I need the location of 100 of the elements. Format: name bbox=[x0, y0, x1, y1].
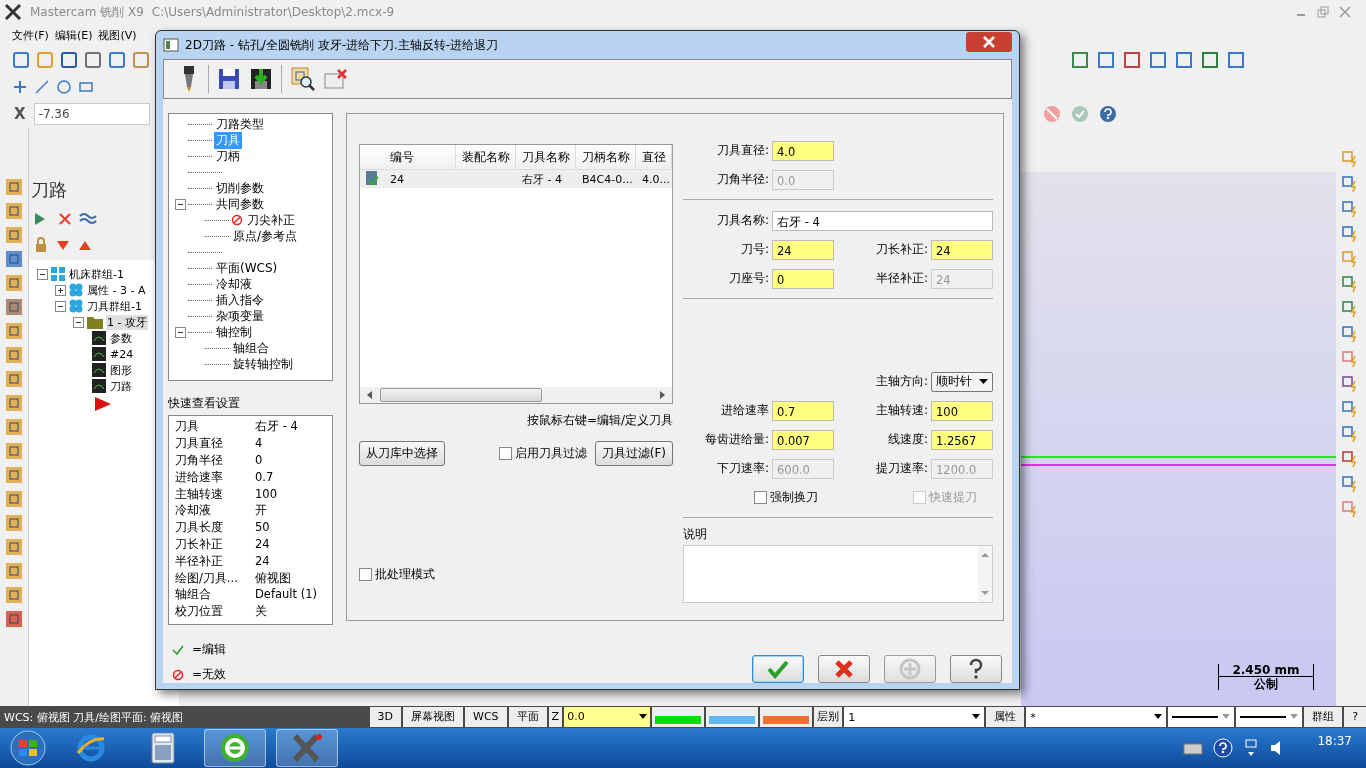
square-icon[interactable] bbox=[5, 226, 23, 244]
square-icon[interactable] bbox=[5, 514, 23, 532]
square-icon[interactable] bbox=[1226, 49, 1246, 70]
save-icon[interactable] bbox=[217, 67, 241, 91]
ok-button[interactable] bbox=[752, 655, 804, 683]
square-icon[interactable] bbox=[5, 298, 23, 316]
input-field[interactable]: 0 bbox=[772, 268, 834, 289]
delete-icon[interactable] bbox=[324, 68, 348, 90]
square-icon[interactable] bbox=[5, 418, 23, 436]
tree-item[interactable]: 刀路类型 bbox=[214, 115, 266, 133]
square-icon[interactable] bbox=[1174, 49, 1194, 70]
taskbar-app[interactable] bbox=[204, 729, 266, 767]
tree-item[interactable]: 旋转轴控制 bbox=[231, 355, 295, 373]
checkbox[interactable] bbox=[359, 568, 372, 581]
input-field[interactable]: 右牙 - 4 bbox=[772, 210, 993, 231]
cancel-button[interactable] bbox=[818, 655, 870, 683]
color-swatch[interactable] bbox=[706, 707, 759, 727]
tree-item[interactable]: 轴组合 bbox=[231, 339, 271, 357]
coordinate-field[interactable]: -7.36 bbox=[33, 103, 150, 125]
tree-item[interactable]: 刀柄 bbox=[214, 147, 242, 165]
tree-item[interactable]: 切削参数 bbox=[214, 179, 266, 197]
expand-toggle[interactable] bbox=[175, 198, 186, 210]
square-icon[interactable] bbox=[5, 466, 23, 484]
lock-icon[interactable] bbox=[33, 237, 49, 253]
status-button[interactable]: WCS bbox=[465, 707, 507, 727]
menu-item[interactable]: 视图(V) bbox=[98, 27, 137, 43]
tree-item[interactable]: 机床群组-1 bbox=[68, 266, 125, 282]
close-icon[interactable] bbox=[57, 211, 73, 227]
tree-item[interactable]: 冷却液 bbox=[214, 275, 254, 293]
line-icon[interactable] bbox=[34, 78, 50, 95]
tree-item[interactable]: 刀具群组-1 bbox=[86, 298, 143, 314]
check-icon[interactable] bbox=[1070, 104, 1090, 124]
color-swatch[interactable] bbox=[652, 707, 705, 727]
status-button[interactable]: 群组 bbox=[1304, 707, 1343, 727]
square-icon[interactable] bbox=[1122, 49, 1142, 70]
tree-item[interactable]: 平面(WCS) bbox=[214, 259, 280, 277]
input-field[interactable]: 0.007 bbox=[772, 429, 834, 450]
help-icon[interactable] bbox=[1098, 104, 1118, 124]
notes-field[interactable] bbox=[683, 545, 993, 603]
status-dropdown[interactable]: 1 bbox=[844, 707, 985, 727]
column-header[interactable]: 直径 bbox=[636, 145, 672, 169]
tree-item[interactable]: 1 - 攻牙 bbox=[106, 314, 148, 330]
square-icon[interactable] bbox=[5, 490, 23, 508]
scroll-right-icon[interactable] bbox=[658, 391, 666, 399]
status-button[interactable]: 平面 bbox=[508, 707, 547, 727]
plus-icon[interactable] bbox=[12, 78, 28, 95]
horizontal-scrollbar[interactable] bbox=[360, 387, 672, 403]
tree-item[interactable]: 刀路 bbox=[109, 378, 133, 394]
square-icon[interactable] bbox=[5, 322, 23, 340]
magnifier-icon[interactable] bbox=[290, 66, 316, 92]
square-icon[interactable] bbox=[12, 50, 30, 69]
tree-item[interactable]: 插入指令 bbox=[214, 291, 266, 309]
square-icon[interactable] bbox=[5, 202, 23, 220]
scroll-left-icon[interactable] bbox=[366, 391, 374, 399]
tree-item[interactable]: 共同参数 bbox=[214, 195, 266, 213]
menu-item[interactable]: 文件(F) bbox=[12, 27, 49, 43]
tree-item[interactable]: 图形 bbox=[109, 362, 133, 378]
square-icon[interactable] bbox=[60, 50, 78, 69]
input-field[interactable]: 0.7 bbox=[772, 400, 834, 421]
status-dropdown[interactable]: * bbox=[1026, 707, 1167, 727]
square-icon[interactable] bbox=[84, 50, 102, 69]
square-icon[interactable] bbox=[5, 586, 23, 604]
dropdown[interactable]: 顺时针 bbox=[931, 371, 993, 392]
square-icon[interactable] bbox=[5, 610, 23, 628]
input-field[interactable]: 4.0 bbox=[772, 140, 834, 161]
square-icon[interactable] bbox=[5, 442, 23, 460]
z-depth-field[interactable]: 0.0 bbox=[564, 707, 651, 727]
square-icon[interactable] bbox=[108, 50, 126, 69]
square-icon[interactable] bbox=[1096, 49, 1116, 70]
status-button[interactable]: 屏幕视图 bbox=[403, 707, 464, 727]
tree-item[interactable]: 刀尖补正 bbox=[245, 211, 297, 229]
close-icon[interactable] bbox=[1338, 5, 1352, 19]
square-icon[interactable] bbox=[1200, 49, 1220, 70]
input-field[interactable]: 24 bbox=[772, 239, 834, 260]
cancel-icon[interactable] bbox=[1042, 104, 1062, 124]
column-header[interactable]: 刀柄名称 bbox=[576, 145, 636, 169]
help-button[interactable] bbox=[950, 655, 1002, 683]
square-icon[interactable] bbox=[1070, 49, 1090, 70]
save-download-icon[interactable] bbox=[249, 67, 273, 91]
square-icon[interactable] bbox=[5, 274, 23, 292]
tree-item[interactable]: 参数 bbox=[109, 330, 133, 346]
status-button[interactable]: ? bbox=[1344, 707, 1366, 727]
expand-toggle[interactable] bbox=[55, 284, 66, 296]
square-icon[interactable] bbox=[1148, 49, 1168, 70]
column-header[interactable]: 刀具名称 bbox=[516, 145, 576, 169]
tree-item[interactable]: 属性 - 3 - A bbox=[86, 282, 147, 298]
help-icon[interactable] bbox=[1213, 738, 1234, 758]
square-icon[interactable] bbox=[5, 370, 23, 388]
column-header[interactable]: 装配名称 bbox=[456, 145, 516, 169]
square-icon[interactable] bbox=[5, 394, 23, 412]
checkbox[interactable] bbox=[498, 447, 512, 460]
scroll-up-icon[interactable] bbox=[981, 552, 989, 558]
taskbar-app[interactable] bbox=[276, 729, 338, 767]
tree-item[interactable]: #24 bbox=[109, 347, 135, 361]
square-icon[interactable] bbox=[5, 250, 23, 268]
network-icon[interactable] bbox=[1243, 738, 1260, 758]
square-icon[interactable] bbox=[132, 50, 150, 69]
select-from-library-button[interactable]: 从刀库中选择 bbox=[359, 441, 445, 466]
expand-toggle[interactable] bbox=[37, 268, 48, 280]
input-field[interactable]: 100 bbox=[931, 400, 993, 421]
